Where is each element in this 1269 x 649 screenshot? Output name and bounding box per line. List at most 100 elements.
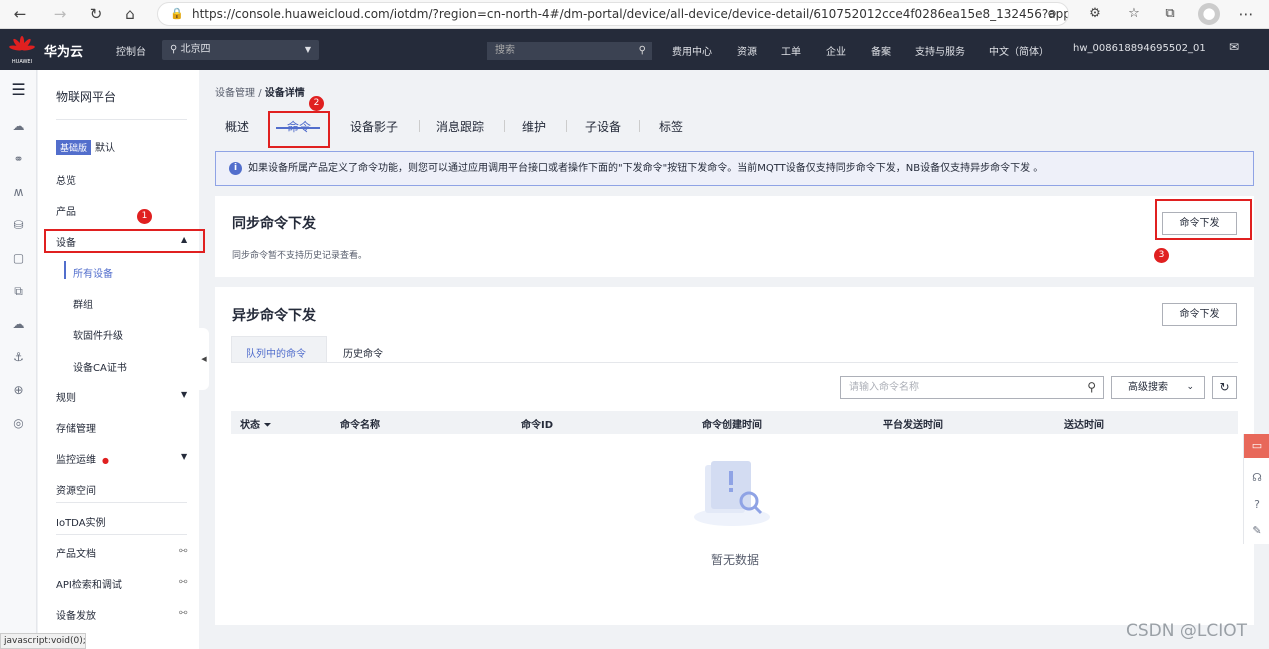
refresh-button[interactable]: ↻: [1212, 376, 1237, 399]
refresh-icon[interactable]: ↻: [86, 4, 106, 24]
subtab-queued[interactable]: 队列中的命令: [246, 345, 306, 360]
edition-badge: 基础版: [56, 140, 92, 155]
advanced-search-button[interactable]: 高级搜索 ⌄: [1111, 376, 1205, 399]
floating-toolbar: ▭ ☊ ? ✎: [1243, 434, 1269, 544]
monitor-icon[interactable]: ʍ: [10, 184, 27, 201]
menu-icon[interactable]: ☰: [10, 81, 27, 98]
info-banner: i 如果设备所属产品定义了命令功能，则您可以通过应用调用平台接口或者操作下面的"…: [215, 151, 1254, 186]
nav-item-resource-space[interactable]: 资源空间: [56, 482, 96, 497]
address-bar[interactable]: 🔒 https://console.huaweicloud.com/iotdm/…: [157, 2, 1069, 26]
nav-tickets[interactable]: 工单: [781, 43, 801, 58]
nav-divider: [56, 502, 187, 503]
nav-item-docs[interactable]: 产品文档: [56, 545, 96, 560]
active-indicator: [64, 261, 66, 279]
async-send-command-button[interactable]: 命令下发: [1162, 303, 1237, 326]
cluster-icon[interactable]: ⚭: [10, 151, 27, 168]
huawei-logo[interactable]: HUAWEI: [8, 35, 36, 65]
async-command-card: 异步命令下发 命令下发 队列中的命令 历史命令 请输入命令名称 ⚲ 高级搜索 ⌄…: [215, 287, 1254, 625]
nav-subitem-firmware[interactable]: 软固件升级: [73, 327, 123, 342]
collapse-nav-button[interactable]: ◀: [199, 328, 209, 390]
monitor-label: 监控运维: [56, 455, 96, 466]
nav-support[interactable]: 支持与服务: [915, 43, 965, 58]
brand-name[interactable]: 华为云: [44, 41, 83, 60]
nav-item-monitor[interactable]: 监控运维 ●: [56, 451, 109, 466]
tab-child-devices[interactable]: 子设备: [585, 118, 621, 135]
watermark: CSDN @LCIOT: [1126, 621, 1247, 641]
col-command-name: 命令名称: [340, 420, 380, 431]
server-icon[interactable]: ▢: [10, 250, 27, 267]
nav-divider: [56, 534, 187, 535]
region-label: 北京四: [180, 44, 211, 55]
tab-maintenance[interactable]: 维护: [522, 118, 546, 135]
help-icon[interactable]: ?: [1244, 493, 1269, 517]
chevron-down-icon[interactable]: ▼: [181, 452, 187, 461]
favorites-icon[interactable]: ☆: [1124, 4, 1144, 24]
nav-subitem-ca-cert[interactable]: 设备CA证书: [73, 359, 127, 374]
tab-separator: [504, 120, 505, 132]
profile-icon[interactable]: ●: [1198, 3, 1220, 25]
search-icon[interactable]: ⚲: [639, 42, 646, 60]
chevron-down-icon[interactable]: ▼: [181, 390, 187, 399]
sync-hint: 同步命令暂不支持历史记录查看。: [232, 251, 368, 261]
location-icon: ⚲: [170, 44, 178, 55]
cloud-icon[interactable]: ☁: [10, 118, 27, 135]
col-status[interactable]: 状态 ⏷: [240, 416, 271, 431]
col-command-id: 命令ID: [521, 420, 554, 431]
nav-resources[interactable]: 资源: [737, 43, 757, 58]
collections-icon[interactable]: ⧉: [1160, 4, 1180, 24]
nav-item-storage[interactable]: 存储管理: [56, 420, 96, 435]
detail-tabs: 概述 命令 设备影子 消息跟踪 维护 子设备 标签: [209, 110, 1269, 138]
home-icon[interactable]: ⌂: [120, 4, 140, 24]
nav-item-iotda-instance[interactable]: IoTDA实例: [56, 514, 106, 529]
annotation-box-1: [44, 229, 205, 253]
nav-item-overview[interactable]: 总览: [56, 172, 76, 187]
storage-icon[interactable]: ⧉: [10, 283, 27, 300]
console-link[interactable]: 控制台: [116, 43, 146, 58]
back-icon[interactable]: ←: [10, 4, 30, 24]
tab-overview[interactable]: 概述: [225, 118, 249, 135]
edition-indicator[interactable]: 基础版 默认: [56, 139, 115, 155]
extensions-icon[interactable]: ⚙: [1085, 4, 1105, 24]
subtab-history[interactable]: 历史命令: [343, 345, 383, 360]
sync-section-title: 同步命令下发: [232, 216, 316, 232]
nav-billing[interactable]: 费用中心: [672, 43, 712, 58]
filter-icon[interactable]: ⏷: [263, 420, 271, 431]
tab-tags[interactable]: 标签: [659, 118, 683, 135]
forward-icon[interactable]: →: [50, 4, 70, 24]
nav-item-provision[interactable]: 设备发放: [56, 607, 96, 622]
zoom-icon[interactable]: ⊖: [1042, 4, 1062, 24]
tab-device-shadow[interactable]: 设备影子: [350, 118, 398, 135]
chevron-down-icon: ▼: [304, 45, 311, 54]
region-select[interactable]: ⚲ 北京四 ▼: [162, 40, 319, 60]
database-icon[interactable]: ⛁: [10, 217, 27, 234]
col-status-label: 状态: [240, 420, 260, 431]
nav-subitem-all-devices[interactable]: 所有设备: [73, 265, 113, 280]
more-icon[interactable]: ⋯: [1236, 4, 1256, 24]
globe-icon[interactable]: ⊕: [10, 382, 27, 399]
nav-enterprise[interactable]: 企业: [826, 43, 846, 58]
breadcrumb-separator: /: [258, 88, 262, 99]
cloud-service-icon[interactable]: ☁: [10, 316, 27, 333]
support-icon[interactable]: ☊: [1244, 466, 1269, 490]
nav-icp[interactable]: 备案: [871, 43, 891, 58]
console-search-input[interactable]: 搜索 ⚲: [487, 42, 652, 60]
command-search-input[interactable]: 请输入命令名称 ⚲: [840, 376, 1104, 399]
user-account[interactable]: hw_008618894695502_01: [1073, 43, 1206, 54]
language-select[interactable]: 中文（简体）: [989, 43, 1049, 58]
feedback-icon[interactable]: ✎: [1244, 519, 1269, 543]
search-icon[interactable]: ⚲: [1087, 377, 1096, 398]
anchor-icon[interactable]: ⚓: [10, 349, 27, 366]
iot-side-nav: 物联网平台 基础版 默认 总览 产品 设备 ▲ 所有设备 群组 软固件升级 设备C…: [38, 70, 199, 649]
nav-item-product[interactable]: 产品: [56, 203, 76, 218]
nav-divider: [56, 119, 187, 120]
nav-item-api[interactable]: API检索和调试: [56, 576, 122, 591]
empty-state-text: 暂无数据: [711, 553, 760, 567]
tab-separator: [566, 120, 567, 132]
ip-icon[interactable]: ◎: [10, 415, 27, 432]
nav-item-rules[interactable]: 规则: [56, 389, 76, 404]
tab-message-trace[interactable]: 消息跟踪: [436, 118, 484, 135]
breadcrumb-parent[interactable]: 设备管理: [215, 88, 255, 99]
chat-icon[interactable]: ▭: [1244, 434, 1269, 458]
mail-icon[interactable]: ✉: [1229, 40, 1239, 54]
nav-subitem-groups[interactable]: 群组: [73, 296, 93, 311]
